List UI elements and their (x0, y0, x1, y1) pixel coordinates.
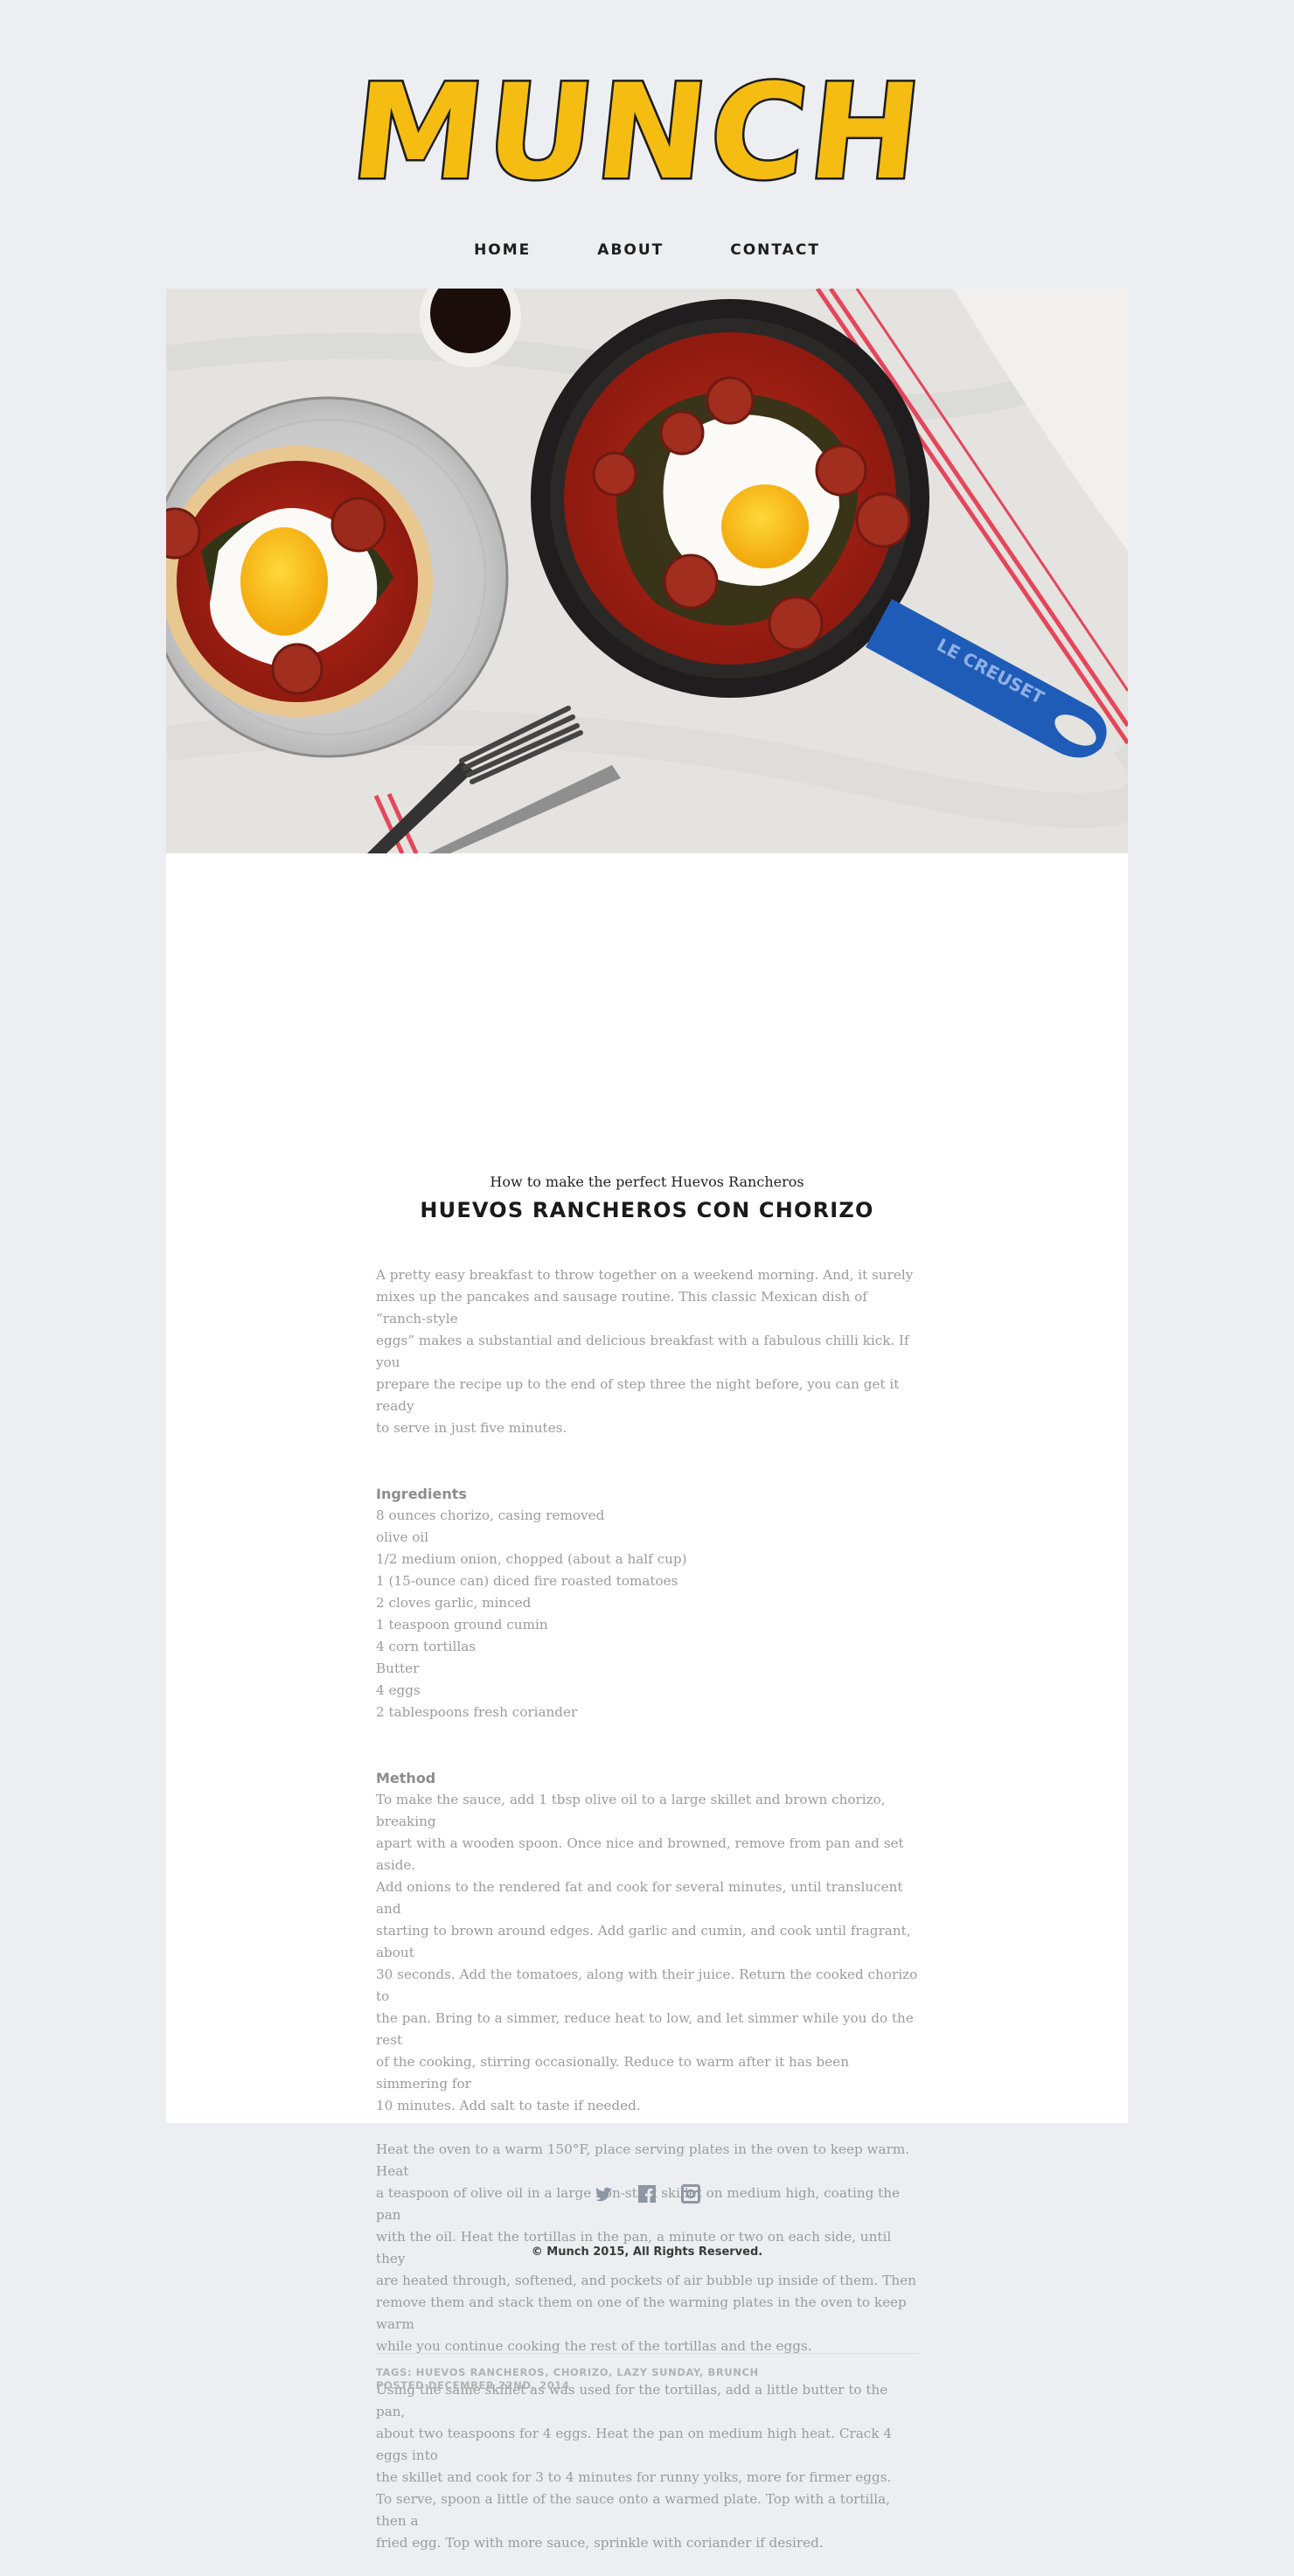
ingredient-item: 1 teaspoon ground cumin (376, 1617, 548, 1633)
method-line: Heat the oven to a warm 150°F, place ser… (376, 2141, 910, 2179)
method-line: of the cooking, stirring occasionally. R… (376, 2054, 849, 2092)
method-line: are heated through, softened, and pocket… (376, 2273, 916, 2288)
tag-link[interactable]: CHORIZO (553, 2366, 609, 2378)
tags-label: TAGS: (376, 2366, 413, 2378)
nav-contact[interactable]: CONTACT (730, 241, 820, 259)
method-line: apart with a wooden spoon. Once nice and… (376, 1835, 904, 1873)
munch-logo: MUNCH (343, 54, 934, 212)
logo-text: MUNCH (345, 56, 932, 209)
twitter-icon[interactable] (593, 2183, 614, 2204)
ingredient-item: 4 eggs (376, 1682, 421, 1698)
method-section: Method To make the sauce, add 1 tbsp oli… (376, 1767, 918, 2576)
ingredients-heading: Ingredients (376, 1486, 467, 1502)
method-line: fried egg. Top with more sauce, sprinkle… (376, 2535, 824, 2551)
main-nav: HOME ABOUT CONTACT (0, 241, 1294, 259)
tag-link[interactable]: LAZY SUNDAY (616, 2366, 699, 2378)
social-links (0, 2183, 1294, 2204)
ingredient-item: 2 tablespoons fresh coriander (376, 1704, 578, 1720)
instagram-icon[interactable] (680, 2183, 701, 2204)
post-intro: A pretty easy breakfast to throw togethe… (376, 1264, 918, 1439)
tag-link[interactable]: BRUNCH (708, 2366, 759, 2378)
ingredient-item: 2 cloves garlic, minced (376, 1595, 532, 1611)
method-line: the skillet and cook for 3 to 4 minutes … (376, 2469, 892, 2485)
tag-link[interactable]: HUEVOS RANCHEROS (416, 2366, 545, 2378)
ingredient-item: 8 ounces chorizo, casing removed (376, 1507, 605, 1523)
method-line: To make the sauce, add 1 tbsp olive oil … (376, 1792, 886, 1829)
intro-line: mixes up the pancakes and sausage routin… (376, 1289, 867, 1326)
intro-line: A pretty easy breakfast to throw togethe… (376, 1267, 914, 1283)
ingredient-item: olive oil (376, 1529, 429, 1545)
ingredient-item: 1/2 medium onion, chopped (about a half … (376, 1551, 687, 1567)
ingredients-list: 8 ounces chorizo, casing removed olive o… (376, 1505, 918, 1723)
ingredient-item: 1 (15-ounce can) diced fire roasted toma… (376, 1573, 678, 1589)
post-meta: TAGS: HUEVOS RANCHEROS, CHORIZO, LAZY SU… (376, 2353, 918, 2392)
nav-about[interactable]: ABOUT (597, 241, 664, 259)
method-line: while you continue cooking the rest of t… (376, 2338, 812, 2354)
post-subtitle: How to make the perfect Huevos Rancheros (490, 1173, 804, 1190)
ingredient-item: 4 corn tortillas (376, 1639, 477, 1654)
method-line: Add onions to the rendered fat and cook … (376, 1879, 903, 1917)
hero-image: LE CREUSET (166, 289, 1128, 853)
ingredient-item: Butter (376, 1660, 420, 1676)
method-line: To serve, spoon a little of the sauce on… (376, 2491, 890, 2529)
method-paragraph: To make the sauce, add 1 tbsp olive oil … (376, 1789, 918, 2117)
posted-date: POSTED DECEMBER 22ND, 2014 (376, 2379, 570, 2392)
method-line: remove them and stack them on one of the… (376, 2294, 907, 2332)
intro-line: prepare the recipe up to the end of step… (376, 1376, 900, 1414)
facebook-icon[interactable] (637, 2183, 657, 2204)
method-line: 30 seconds. Add the tomatoes, along with… (376, 1967, 918, 2004)
post-title: HUEVOS RANCHEROS CON CHORIZO (420, 1198, 874, 1222)
method-line: starting to brown around edges. Add garl… (376, 1923, 911, 1960)
site-logo[interactable]: MUNCH (0, 44, 1294, 212)
nav-home[interactable]: HOME (474, 241, 531, 259)
intro-line: to serve in just five minutes. (376, 1420, 567, 1436)
method-line: 10 minutes. Add salt to taste if needed. (376, 2098, 641, 2113)
intro-line: eggs” makes a substantial and delicious … (376, 1333, 909, 1370)
copyright-text: © Munch 2015, All Rights Reserved. (531, 2245, 763, 2259)
method-line: the pan. Bring to a simmer, reduce heat … (376, 2010, 914, 2048)
method-line: about two teaspoons for 4 eggs. Heat the… (376, 2426, 893, 2463)
tags-line: TAGS: HUEVOS RANCHEROS, CHORIZO, LAZY SU… (376, 2366, 759, 2378)
method-paragraph: Using the same skillet as was used for t… (376, 2379, 918, 2554)
post-card: LE CREUSET How to make the perfect Huevo… (166, 289, 1128, 2551)
method-heading: Method (376, 1770, 436, 1786)
ingredients-section: Ingredients 8 ounces chorizo, casing rem… (376, 1483, 918, 1723)
